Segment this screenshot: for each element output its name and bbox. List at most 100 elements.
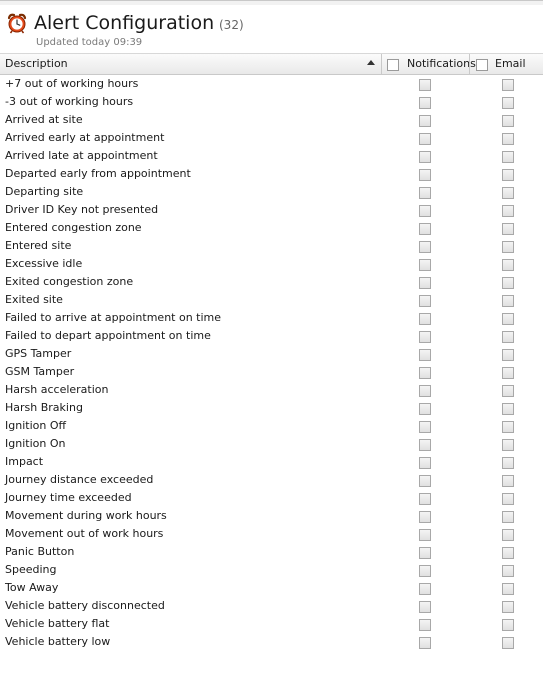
email-checkbox[interactable] xyxy=(502,97,514,109)
notifications-checkbox[interactable] xyxy=(419,475,431,487)
column-header-description[interactable]: Description xyxy=(5,54,68,74)
email-checkbox[interactable] xyxy=(502,187,514,199)
table-row[interactable]: Exited site xyxy=(0,291,543,309)
table-row[interactable]: Driver ID Key not presented xyxy=(0,201,543,219)
email-checkbox[interactable] xyxy=(502,241,514,253)
table-row[interactable]: Vehicle battery low xyxy=(0,633,543,651)
notifications-checkbox[interactable] xyxy=(419,331,431,343)
column-header-email[interactable]: Email xyxy=(495,54,526,74)
table-row[interactable]: Failed to depart appointment on time xyxy=(0,327,543,345)
notifications-checkbox[interactable] xyxy=(419,457,431,469)
email-checkbox[interactable] xyxy=(502,511,514,523)
notifications-checkbox[interactable] xyxy=(419,151,431,163)
table-row[interactable]: +7 out of working hours xyxy=(0,75,543,93)
table-row[interactable]: Tow Away xyxy=(0,579,543,597)
table-row[interactable]: Impact xyxy=(0,453,543,471)
select-all-notifications-checkbox[interactable] xyxy=(387,59,399,71)
table-row[interactable]: Entered congestion zone xyxy=(0,219,543,237)
email-checkbox[interactable] xyxy=(502,565,514,577)
email-checkbox[interactable] xyxy=(502,79,514,91)
email-checkbox[interactable] xyxy=(502,547,514,559)
notifications-checkbox[interactable] xyxy=(419,133,431,145)
notifications-checkbox[interactable] xyxy=(419,583,431,595)
notifications-checkbox[interactable] xyxy=(419,115,431,127)
table-row[interactable]: Harsh acceleration xyxy=(0,381,543,399)
table-row[interactable]: GPS Tamper xyxy=(0,345,543,363)
table-row[interactable]: Ignition On xyxy=(0,435,543,453)
sort-ascending-icon[interactable] xyxy=(367,60,375,65)
email-checkbox[interactable] xyxy=(502,259,514,271)
notifications-checkbox[interactable] xyxy=(419,403,431,415)
table-row[interactable]: Exited congestion zone xyxy=(0,273,543,291)
table-row[interactable]: Speeding xyxy=(0,561,543,579)
email-checkbox[interactable] xyxy=(502,115,514,127)
email-checkbox[interactable] xyxy=(502,223,514,235)
email-checkbox[interactable] xyxy=(502,313,514,325)
notifications-checkbox[interactable] xyxy=(419,241,431,253)
email-checkbox[interactable] xyxy=(502,601,514,613)
table-row[interactable]: GSM Tamper xyxy=(0,363,543,381)
table-row[interactable]: Panic Button xyxy=(0,543,543,561)
column-header-notifications[interactable]: Notifications xyxy=(407,54,476,74)
notifications-checkbox[interactable] xyxy=(419,619,431,631)
table-row[interactable]: Excessive idle xyxy=(0,255,543,273)
table-row[interactable]: Harsh Braking xyxy=(0,399,543,417)
notifications-checkbox[interactable] xyxy=(419,79,431,91)
notifications-checkbox[interactable] xyxy=(419,277,431,289)
email-checkbox[interactable] xyxy=(502,529,514,541)
table-row[interactable]: Entered site xyxy=(0,237,543,255)
notifications-checkbox[interactable] xyxy=(419,295,431,307)
notifications-checkbox[interactable] xyxy=(419,223,431,235)
email-checkbox[interactable] xyxy=(502,151,514,163)
notifications-checkbox[interactable] xyxy=(419,97,431,109)
notifications-checkbox[interactable] xyxy=(419,169,431,181)
email-checkbox[interactable] xyxy=(502,619,514,631)
notifications-checkbox[interactable] xyxy=(419,187,431,199)
table-row[interactable]: Arrived early at appointment xyxy=(0,129,543,147)
table-row[interactable]: Departing site xyxy=(0,183,543,201)
table-row[interactable]: Ignition Off xyxy=(0,417,543,435)
table-row[interactable]: Journey time exceeded xyxy=(0,489,543,507)
notifications-checkbox[interactable] xyxy=(419,529,431,541)
notifications-checkbox[interactable] xyxy=(419,367,431,379)
email-checkbox[interactable] xyxy=(502,439,514,451)
email-checkbox[interactable] xyxy=(502,277,514,289)
notifications-checkbox[interactable] xyxy=(419,601,431,613)
email-checkbox[interactable] xyxy=(502,205,514,217)
notifications-checkbox[interactable] xyxy=(419,313,431,325)
notifications-checkbox[interactable] xyxy=(419,511,431,523)
table-row[interactable]: Failed to arrive at appointment on time xyxy=(0,309,543,327)
table-row[interactable]: Vehicle battery flat xyxy=(0,615,543,633)
notifications-checkbox[interactable] xyxy=(419,385,431,397)
table-row[interactable]: Arrived at site xyxy=(0,111,543,129)
email-checkbox[interactable] xyxy=(502,403,514,415)
table-row[interactable]: Movement during work hours xyxy=(0,507,543,525)
notifications-checkbox[interactable] xyxy=(419,349,431,361)
email-checkbox[interactable] xyxy=(502,331,514,343)
email-checkbox[interactable] xyxy=(502,295,514,307)
email-checkbox[interactable] xyxy=(502,421,514,433)
email-checkbox[interactable] xyxy=(502,637,514,649)
email-checkbox[interactable] xyxy=(502,133,514,145)
email-checkbox[interactable] xyxy=(502,349,514,361)
table-row[interactable]: Arrived late at appointment xyxy=(0,147,543,165)
notifications-checkbox[interactable] xyxy=(419,493,431,505)
table-row[interactable]: Vehicle battery disconnected xyxy=(0,597,543,615)
notifications-checkbox[interactable] xyxy=(419,421,431,433)
notifications-checkbox[interactable] xyxy=(419,205,431,217)
email-checkbox[interactable] xyxy=(502,169,514,181)
email-checkbox[interactable] xyxy=(502,457,514,469)
table-row[interactable]: Departed early from appointment xyxy=(0,165,543,183)
table-row[interactable]: Journey distance exceeded xyxy=(0,471,543,489)
notifications-checkbox[interactable] xyxy=(419,565,431,577)
email-checkbox[interactable] xyxy=(502,475,514,487)
table-row[interactable]: Movement out of work hours xyxy=(0,525,543,543)
email-checkbox[interactable] xyxy=(502,493,514,505)
notifications-checkbox[interactable] xyxy=(419,439,431,451)
table-row[interactable]: -3 out of working hours xyxy=(0,93,543,111)
email-checkbox[interactable] xyxy=(502,583,514,595)
email-checkbox[interactable] xyxy=(502,367,514,379)
select-all-email-checkbox[interactable] xyxy=(476,59,488,71)
notifications-checkbox[interactable] xyxy=(419,259,431,271)
notifications-checkbox[interactable] xyxy=(419,547,431,559)
